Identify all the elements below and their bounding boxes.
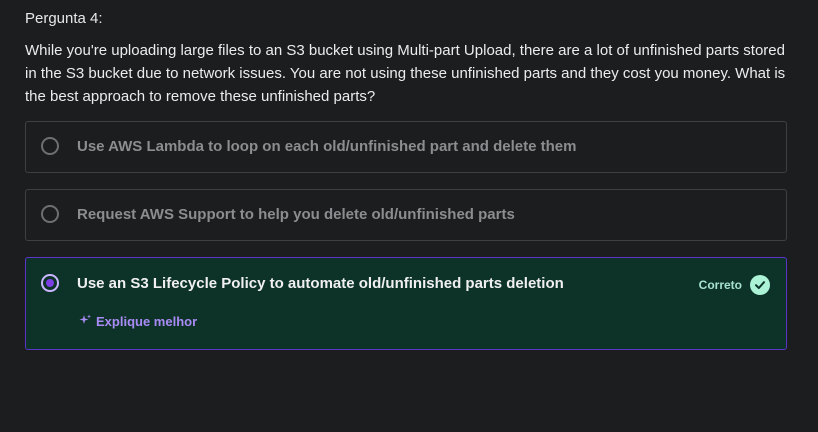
explain-more-link[interactable]: Explique melhor [79, 314, 197, 329]
explain-more-label: Explique melhor [96, 314, 198, 329]
radio-button-selected[interactable] [41, 274, 59, 292]
answer-option-label: Use AWS Lambda to loop on each old/unfin… [77, 138, 577, 155]
correct-label: Correto [698, 278, 742, 292]
answer-option-label: Use an S3 Lifecycle Policy to automate o… [77, 275, 564, 292]
answer-option-3-selected[interactable]: Use an S3 Lifecycle Policy to automate o… [25, 257, 787, 350]
radio-button[interactable] [41, 205, 59, 223]
check-circle-icon [750, 275, 770, 295]
question-text: While you're uploading large files to an… [25, 42, 786, 105]
answer-option-1[interactable]: Use AWS Lambda to loop on each old/unfin… [25, 121, 787, 173]
sparkle-icon [79, 314, 91, 329]
question-number: Pergunta 4: [25, 10, 103, 27]
correct-badge: Correto [699, 275, 770, 295]
answer-option-label: Request AWS Support to help you delete o… [77, 206, 515, 223]
radio-button[interactable] [41, 137, 59, 155]
answer-option-2[interactable]: Request AWS Support to help you delete o… [25, 189, 787, 241]
